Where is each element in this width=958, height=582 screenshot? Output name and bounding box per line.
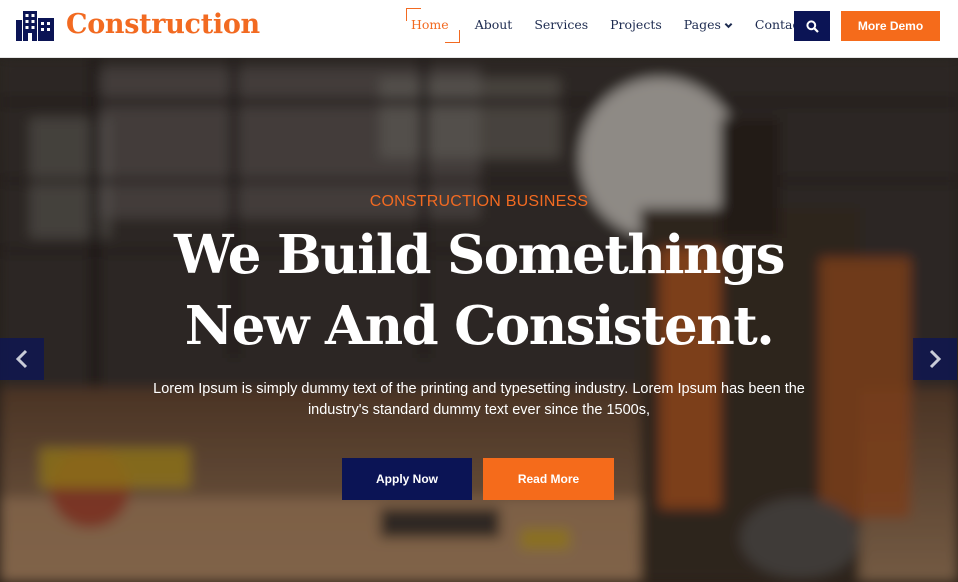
more-demo-button[interactable]: More Demo (841, 11, 940, 41)
hero-headline-line2: New And Consistent. (184, 295, 775, 357)
nav-item-pages-label: Pages (683, 17, 721, 32)
chevron-right-icon (929, 349, 942, 369)
nav-item-home[interactable]: Home (400, 0, 460, 50)
slider-next-button[interactable] (913, 338, 957, 380)
nav-item-about[interactable]: About (464, 0, 524, 50)
nav-item-projects[interactable]: Projects (599, 0, 673, 50)
chevron-left-icon (15, 349, 28, 369)
hero-eyebrow: CONSTRUCTION BUSINESS (369, 193, 589, 210)
slider-prev-button[interactable] (0, 338, 44, 380)
nav-item-pages[interactable]: Pages (673, 0, 744, 50)
hero-slider: CONSTRUCTION BUSINESS We Build Something… (0, 58, 958, 582)
brand-name: Construction (66, 9, 260, 40)
apply-now-button[interactable]: Apply Now (342, 458, 472, 500)
search-button[interactable] (794, 11, 830, 41)
chevron-down-icon (724, 22, 733, 29)
search-icon (805, 19, 819, 33)
hero-headline-line1: We Build Somethings (174, 224, 785, 286)
brand-logo[interactable]: Construction (16, 8, 260, 42)
hero-lead-text: Lorem Ipsum is simply dummy text of the … (153, 381, 805, 418)
site-header: Construction Home About Services Project… (0, 0, 958, 58)
nav-item-services[interactable]: Services (523, 0, 599, 50)
main-nav: Home About Services Projects Pages Conta… (400, 0, 816, 50)
read-more-button[interactable]: Read More (483, 458, 614, 500)
building-icon (16, 11, 54, 41)
